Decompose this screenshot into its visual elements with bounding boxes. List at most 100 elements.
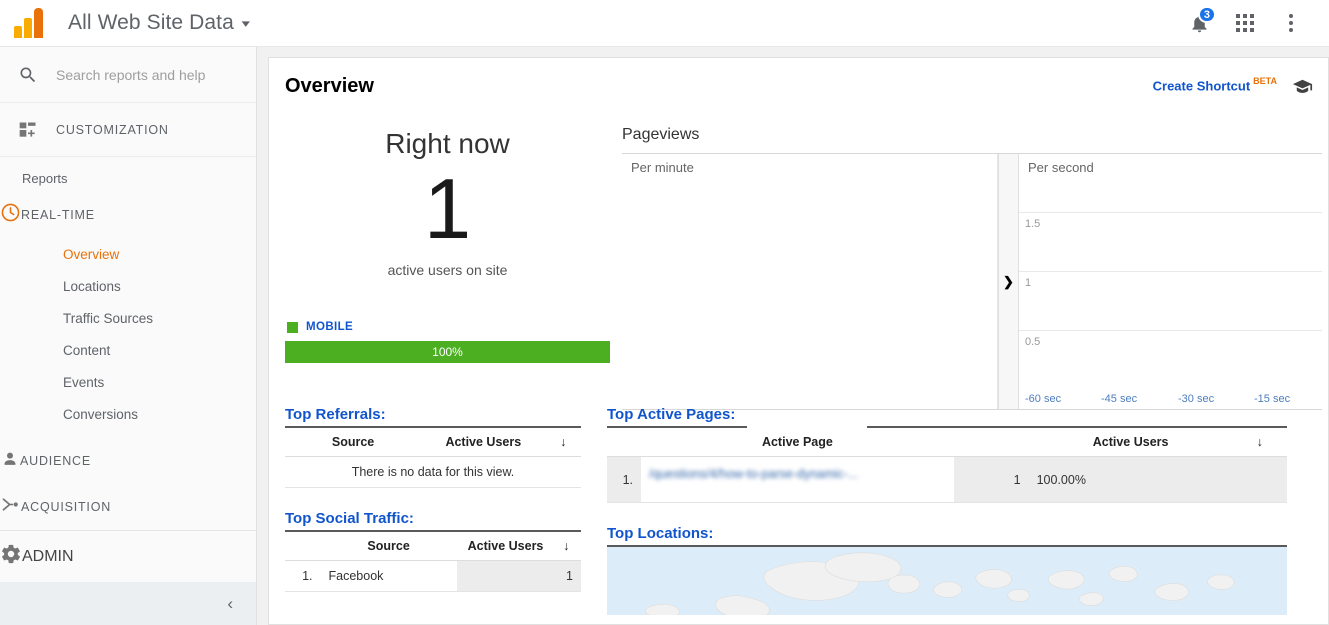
top-active-pages-block: Top Active Pages: Active Page Active Use… (607, 406, 1287, 503)
table-header-row: Source Active Users ↓ (285, 427, 581, 457)
browser-tab-stub (56, 0, 280, 10)
x-tick: -45 sec (1101, 393, 1138, 405)
search-icon (0, 65, 56, 85)
sidebar-item-audience[interactable]: AUDIENCE (0, 438, 256, 484)
sidebar-item-acquisition[interactable]: ACQUISITION (0, 484, 256, 530)
world-map-svg (607, 547, 1287, 615)
sidebar-subitem-label: Overview (63, 246, 120, 262)
table-row: There is no data for this view. (285, 456, 581, 488)
sidebar-subitem-label: Traffic Sources (63, 310, 154, 326)
sort-arrow-icon[interactable]: ↓ (1232, 427, 1287, 457)
top-active-pages-heading[interactable]: Top Active Pages: (607, 406, 1287, 423)
apps-grid-button[interactable] (1225, 3, 1265, 43)
sidebar-item-conversions[interactable]: Conversions (0, 398, 256, 430)
y-tick: 0.5 (1025, 336, 1041, 348)
table-header-row: Source Active Users ↓ (285, 531, 581, 561)
sidebar-item-label: ADMIN (22, 547, 74, 565)
analytics-academy-button[interactable] (1291, 75, 1314, 98)
row-index: 1. (285, 560, 321, 592)
page-header: Overview Create Shortcut BETA (269, 58, 1328, 114)
beta-badge: BETA (1253, 76, 1277, 87)
y-tick: 1 (1025, 277, 1032, 289)
sidebar-item-label: AUDIENCE (20, 454, 91, 468)
sort-arrow-icon[interactable]: ↓ (551, 531, 581, 561)
sidebar-item-real-time[interactable]: REAL-TIME (0, 192, 256, 238)
sidebar-subitem-label: Events (63, 374, 105, 390)
right-now-title: Right now (385, 128, 510, 159)
device-legend: MOBILE (285, 321, 610, 333)
main-content: Overview Create Shortcut BETA Right now 1… (257, 47, 1329, 625)
table-header-row: Active Page Active Users ↓ (607, 427, 1287, 457)
topbar-actions: 3 (1179, 3, 1329, 43)
sidebar-item-locations[interactable]: Locations (0, 270, 256, 302)
create-shortcut-button[interactable]: Create Shortcut BETA (1153, 76, 1277, 95)
sidebar: CUSTOMIZATION Reports REAL-TIME Overview… (0, 47, 257, 625)
chart-expand-button[interactable]: ❯ (998, 154, 1019, 409)
chevron-down-icon[interactable]: ▾ (242, 17, 250, 30)
sidebar-item-events[interactable]: Events (0, 366, 256, 398)
notifications-button[interactable]: 3 (1179, 3, 1219, 43)
page-title: Overview (285, 74, 374, 97)
active-users-caption: active users on site (387, 262, 508, 278)
graduation-cap-icon (1292, 79, 1313, 93)
google-analytics-logo[interactable] (14, 8, 48, 38)
sidebar-item-admin[interactable]: ADMIN (0, 530, 256, 582)
x-tick: -30 sec (1178, 393, 1215, 405)
per-second-chart[interactable]: Per second 1.5 1 0.5 -60 sec -45 sec -30… (1019, 154, 1322, 409)
per-minute-chart[interactable]: Per minute (622, 154, 998, 409)
sidebar-collapse-button[interactable]: ‹ (0, 582, 256, 625)
search-input[interactable] (56, 66, 236, 83)
left-tables-column: Top Referrals: Source Active Users ↓ The… (285, 406, 581, 592)
top-locations-block: Top Locations: (607, 525, 1287, 615)
column-header-active-users[interactable]: Active Users (1028, 427, 1233, 457)
sidebar-item-customization[interactable]: CUSTOMIZATION (0, 103, 256, 157)
property-selector[interactable]: All Web Site Data ▾ (48, 11, 250, 35)
more-options-button[interactable] (1271, 3, 1311, 43)
top-bar: All Web Site Data ▾ 3 (0, 0, 1329, 47)
redacted-url-text: /questions/4/how-to-parse-dynamic-... (649, 467, 859, 481)
top-social-heading[interactable]: Top Social Traffic: (285, 510, 581, 527)
active-page-url[interactable]: /questions/4/how-to-parse-dynamic-... (615, 415, 954, 503)
top-referrals-heading[interactable]: Top Referrals: (285, 406, 581, 423)
per-second-caption: Per second (1028, 160, 1094, 175)
acquisition-icon (0, 494, 21, 520)
sidebar-item-overview[interactable]: Overview (0, 238, 256, 270)
empty-state-message: There is no data for this view. (285, 456, 581, 488)
sidebar-item-label: CUSTOMIZATION (56, 122, 169, 137)
pageviews-panel: Pageviews Per minute ❯ Per second 1.5 1 … (622, 126, 1322, 410)
property-title[interactable]: All Web Site Data (68, 11, 234, 35)
column-header-source[interactable]: Source (320, 531, 457, 561)
active-users-percent: 100.00% (1028, 456, 1287, 503)
legend-swatch (287, 321, 298, 333)
top-locations-heading[interactable]: Top Locations: (607, 525, 1287, 542)
column-header-active-users[interactable]: Active Users (421, 427, 546, 457)
reports-section-label: Reports (22, 171, 68, 186)
top-social-table: Source Active Users ↓ 1. Facebook 1 (285, 530, 581, 592)
source-name[interactable]: Facebook (320, 560, 457, 592)
sidebar-subitem-label: Conversions (63, 406, 139, 422)
device-share-bar: 100% (285, 341, 610, 363)
sort-arrow-icon[interactable]: ↓ (545, 427, 581, 457)
customization-icon (0, 120, 56, 140)
gear-icon (0, 543, 22, 570)
device-type-label[interactable]: MOBILE (306, 321, 353, 333)
person-icon (0, 449, 20, 474)
active-users-value: 1 (456, 560, 581, 592)
search-row[interactable] (0, 47, 256, 103)
sidebar-subitem-label: Locations (63, 278, 121, 294)
right-now-panel: Right now 1 active users on site MOBILE … (285, 128, 610, 363)
sidebar-item-label: ACQUISITION (21, 500, 112, 514)
top-referrals-table: Source Active Users ↓ There is no data f… (285, 426, 581, 488)
world-map[interactable] (607, 545, 1287, 615)
chevron-left-icon: ‹ (227, 593, 233, 613)
sidebar-item-traffic-sources[interactable]: Traffic Sources (0, 302, 256, 334)
row-index: 1. (607, 456, 641, 503)
pageviews-title: Pageviews (622, 126, 700, 143)
top-referrals-block: Top Referrals: Source Active Users ↓ The… (285, 406, 581, 488)
column-header-source[interactable]: Source (285, 427, 422, 457)
column-header-active-users[interactable]: Active Users (456, 531, 552, 561)
sidebar-subitem-label: Content (63, 342, 111, 358)
active-users-count: 1 (423, 162, 472, 257)
sidebar-item-content[interactable]: Content (0, 334, 256, 366)
active-users-value: 1 (953, 456, 1029, 503)
